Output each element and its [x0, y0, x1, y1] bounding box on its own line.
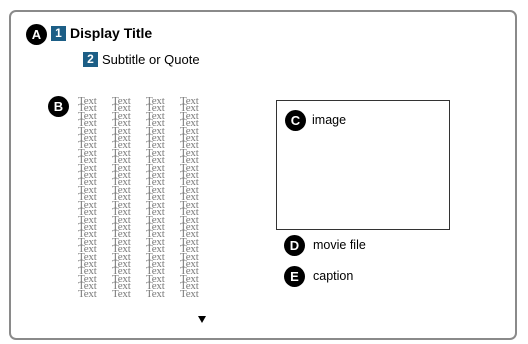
text-line: Text [112, 287, 131, 300]
text-column: Text Text Text Text Text Text Text Text Text Text… [78, 95, 110, 300]
subtitle: Subtitle or Quote [102, 52, 200, 67]
text-line: Text [78, 287, 97, 300]
marker-a: A [26, 24, 47, 45]
down-triangle-icon [198, 316, 206, 323]
number-badge-1: 1 [51, 26, 66, 41]
text-column: Text Text Text Text Text Text Text Text Text Text… [180, 95, 212, 300]
marker-e: E [284, 266, 305, 287]
marker-d: D [284, 235, 305, 256]
text-line: Text [146, 287, 165, 300]
text-column: Text Text Text Text Text Text Text Text Text Text… [146, 95, 178, 300]
number-badge-2: 2 [83, 52, 98, 67]
marker-c: C [285, 110, 306, 131]
text-column: Text Text Text Text Text Text Text Text Text Text… [112, 95, 144, 300]
display-title: Display Title [70, 25, 153, 41]
marker-b: B [48, 96, 69, 117]
text-line: Text [180, 287, 199, 300]
caption-label: caption [313, 269, 354, 283]
image-label: image [312, 113, 347, 127]
movie-file-label: movie file [313, 238, 366, 252]
